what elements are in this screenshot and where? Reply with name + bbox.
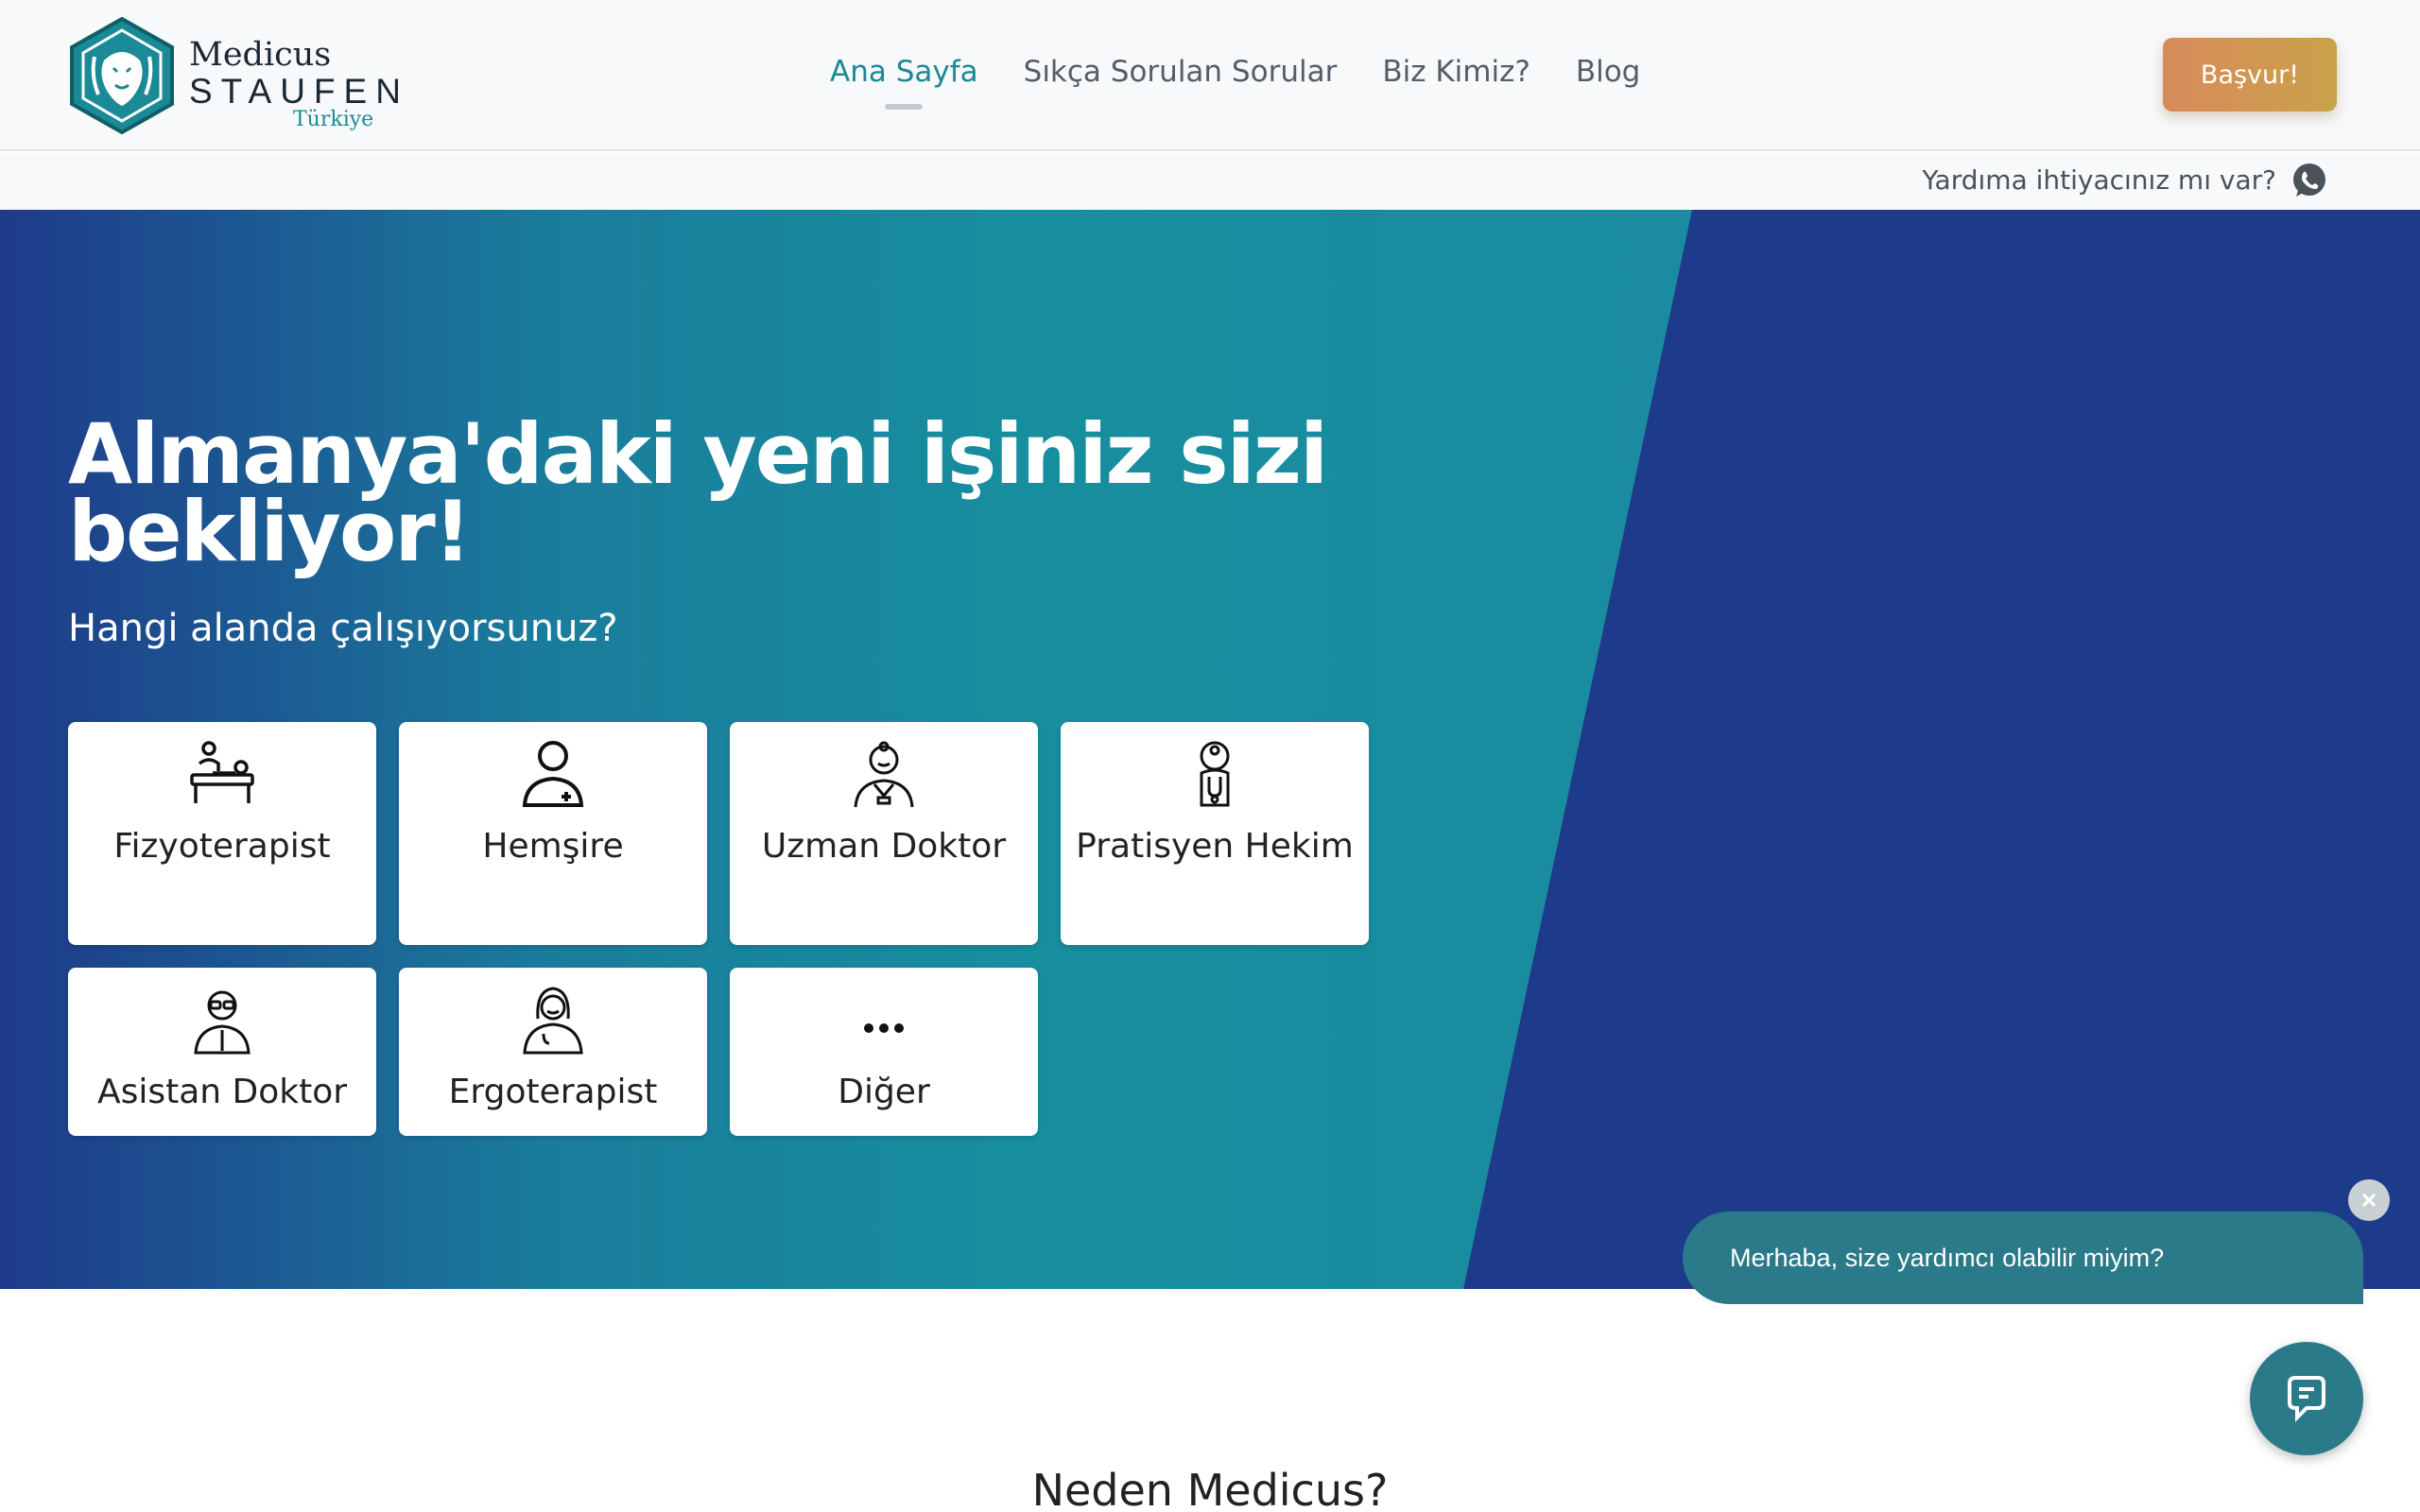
brand-name-line2: STAUFEN (189, 72, 409, 111)
profession-card-occupational-therapist[interactable]: Ergoterapist (399, 968, 707, 1136)
profession-card-specialist-doctor[interactable]: Uzman Doktor (730, 722, 1038, 945)
close-icon (2361, 1193, 2377, 1208)
active-indicator (885, 104, 924, 110)
chat-launcher-button[interactable] (2250, 1342, 2363, 1455)
profession-card-assistant-doctor[interactable]: Asistan Doktor (68, 968, 376, 1136)
chat-greeting-text: Merhaba, size yardımcı olabilir miyim? (1730, 1243, 2165, 1272)
profession-label: Pratisyen Hekim (1076, 827, 1354, 866)
whatsapp-icon[interactable] (2290, 161, 2329, 200)
brand-country: Türkiye (293, 108, 374, 131)
nurse-icon (522, 741, 584, 807)
profession-label: Asistan Doktor (96, 1073, 348, 1111)
lion-shield-icon (70, 16, 174, 135)
nav-item-faq[interactable]: Sıkça Sorulan Sorular (1024, 55, 1338, 89)
profession-label: Ergoterapist (448, 1073, 658, 1111)
profession-label: Hemşire (482, 827, 624, 866)
site-header: Medicus STAUFEN Türkiye Ana Sayfa Sıkça … (0, 0, 2420, 151)
profession-card-physiotherapist[interactable]: Fizyoterapist (68, 722, 376, 945)
help-text[interactable]: Yardıma ihtiyacınız mı var? (1922, 164, 2276, 196)
apply-button[interactable]: Başvur! (2163, 38, 2337, 112)
nav-item-label: Ana Sayfa (830, 55, 978, 89)
hero-subtitle: Hangi alanda çalışıyorsunuz? (68, 607, 618, 650)
chat-close-button[interactable] (2348, 1179, 2390, 1221)
profession-label: Uzman Doktor (761, 827, 1007, 866)
nav-item-label: Biz Kimiz? (1382, 55, 1530, 89)
nav-item-label: Blog (1575, 55, 1641, 89)
nav-item-label: Sıkça Sorulan Sorular (1023, 55, 1338, 89)
more-dots-icon (864, 1023, 904, 1033)
profession-card-general-practitioner[interactable]: Pratisyen Hekim (1061, 722, 1369, 945)
profession-label: Fizyoterapist (113, 827, 331, 866)
profession-card-nurse[interactable]: Hemşire (399, 722, 707, 945)
brand-logo[interactable]: Medicus STAUFEN Türkiye (66, 15, 401, 138)
physiotherapist-icon (190, 741, 254, 803)
main-nav: Ana Sayfa Sıkça Sorulan Sorular Biz Kimi… (830, 55, 1685, 110)
general-practitioner-icon (1200, 741, 1230, 807)
section-title: Neden Medicus? (1031, 1465, 1389, 1512)
profession-card-other[interactable]: Diğer (730, 968, 1038, 1136)
nav-item-home[interactable]: Ana Sayfa (830, 55, 978, 110)
chat-icon (2288, 1376, 2325, 1422)
assistant-doctor-icon (194, 990, 251, 1055)
occupational-therapist-icon (523, 987, 583, 1055)
hero-title: Almanya'daki yeni işiniz sizi bekliyor! (68, 405, 1328, 580)
help-bar: Yardıma ihtiyacınız mı var? (0, 153, 2420, 210)
nav-item-about[interactable]: Biz Kimiz? (1382, 55, 1530, 89)
chat-greeting-bubble[interactable]: Merhaba, size yardımcı olabilir miyim? (1683, 1211, 2363, 1304)
brand-name-line1: Medicus (189, 36, 332, 74)
specialist-doctor-icon (854, 741, 914, 808)
nav-item-blog[interactable]: Blog (1576, 55, 1641, 89)
profession-label: Diğer (838, 1073, 930, 1111)
hero-section: Almanya'daki yeni işiniz sizi bekliyor! … (0, 210, 2420, 1289)
